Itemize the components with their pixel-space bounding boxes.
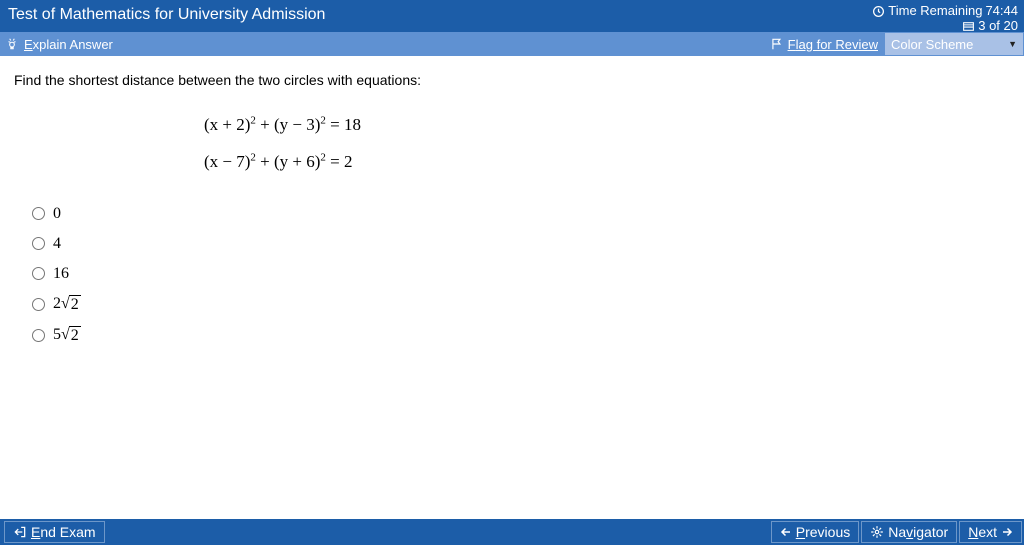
previous-label: Previous: [796, 524, 850, 540]
radio-b[interactable]: [32, 237, 45, 250]
choice-c[interactable]: 16: [32, 265, 1010, 283]
header-bar: Test of Mathematics for University Admis…: [0, 0, 1024, 32]
question-area: Find the shortest distance between the t…: [0, 56, 1024, 519]
arrow-left-icon: [780, 526, 792, 538]
explain-answer-button[interactable]: Explain Answer: [4, 37, 113, 52]
time-remaining-value: 74:44: [985, 4, 1018, 19]
flag-icon: [770, 37, 784, 51]
end-exam-label: End Exam: [31, 524, 96, 540]
toolbar: Explain Answer Flag for Review Color Sch…: [0, 32, 1024, 56]
choice-e-label: 5√2: [53, 326, 81, 345]
exit-icon: [13, 525, 27, 539]
lightbulb-icon: [4, 37, 20, 51]
end-exam-button[interactable]: End Exam: [4, 521, 105, 543]
next-button[interactable]: Next: [959, 521, 1022, 543]
choice-d[interactable]: 2√2: [32, 295, 1010, 314]
time-remaining-label: Time Remaining: [888, 4, 982, 19]
flag-for-review-button[interactable]: Flag for Review: [764, 37, 884, 52]
exam-title: Test of Mathematics for University Admis…: [8, 4, 325, 24]
choice-e[interactable]: 5√2: [32, 326, 1010, 345]
radio-c[interactable]: [32, 267, 45, 280]
answer-choices: 0 4 16 2√2 5√2: [32, 205, 1010, 345]
equation-2: (x − 7)2 + (y + 6)2 = 2: [204, 143, 1010, 180]
navigator-button[interactable]: Navigator: [861, 521, 957, 543]
radio-e[interactable]: [32, 329, 45, 342]
footer-bar: End Exam Previous Navigator Next: [0, 519, 1024, 545]
chevron-down-icon: ▼: [988, 39, 1023, 49]
flag-label: Flag for Review: [788, 37, 878, 52]
choice-c-label: 16: [53, 265, 69, 283]
color-scheme-dropdown[interactable]: Color Scheme ▼: [884, 32, 1024, 56]
choice-b-label: 4: [53, 235, 61, 253]
clock-icon: [871, 4, 885, 18]
arrow-right-icon: [1001, 526, 1013, 538]
equation-1: (x + 2)2 + (y − 3)2 = 18: [204, 106, 1010, 143]
radio-d[interactable]: [32, 298, 45, 311]
next-label: Next: [968, 524, 997, 540]
equations: (x + 2)2 + (y − 3)2 = 18 (x − 7)2 + (y +…: [204, 106, 1010, 181]
choice-a[interactable]: 0: [32, 205, 1010, 223]
radio-a[interactable]: [32, 207, 45, 220]
color-scheme-label: Color Scheme: [891, 37, 973, 52]
choice-a-label: 0: [53, 205, 61, 223]
navigator-icon: [870, 525, 884, 539]
explain-answer-label: Explain Answer: [24, 37, 113, 52]
header-status: Time Remaining 74:44 3 of 20: [871, 4, 1018, 34]
choice-d-label: 2√2: [53, 295, 81, 314]
previous-button[interactable]: Previous: [771, 521, 859, 543]
question-prompt: Find the shortest distance between the t…: [14, 72, 1010, 88]
navigator-label: Navigator: [888, 524, 948, 540]
choice-b[interactable]: 4: [32, 235, 1010, 253]
